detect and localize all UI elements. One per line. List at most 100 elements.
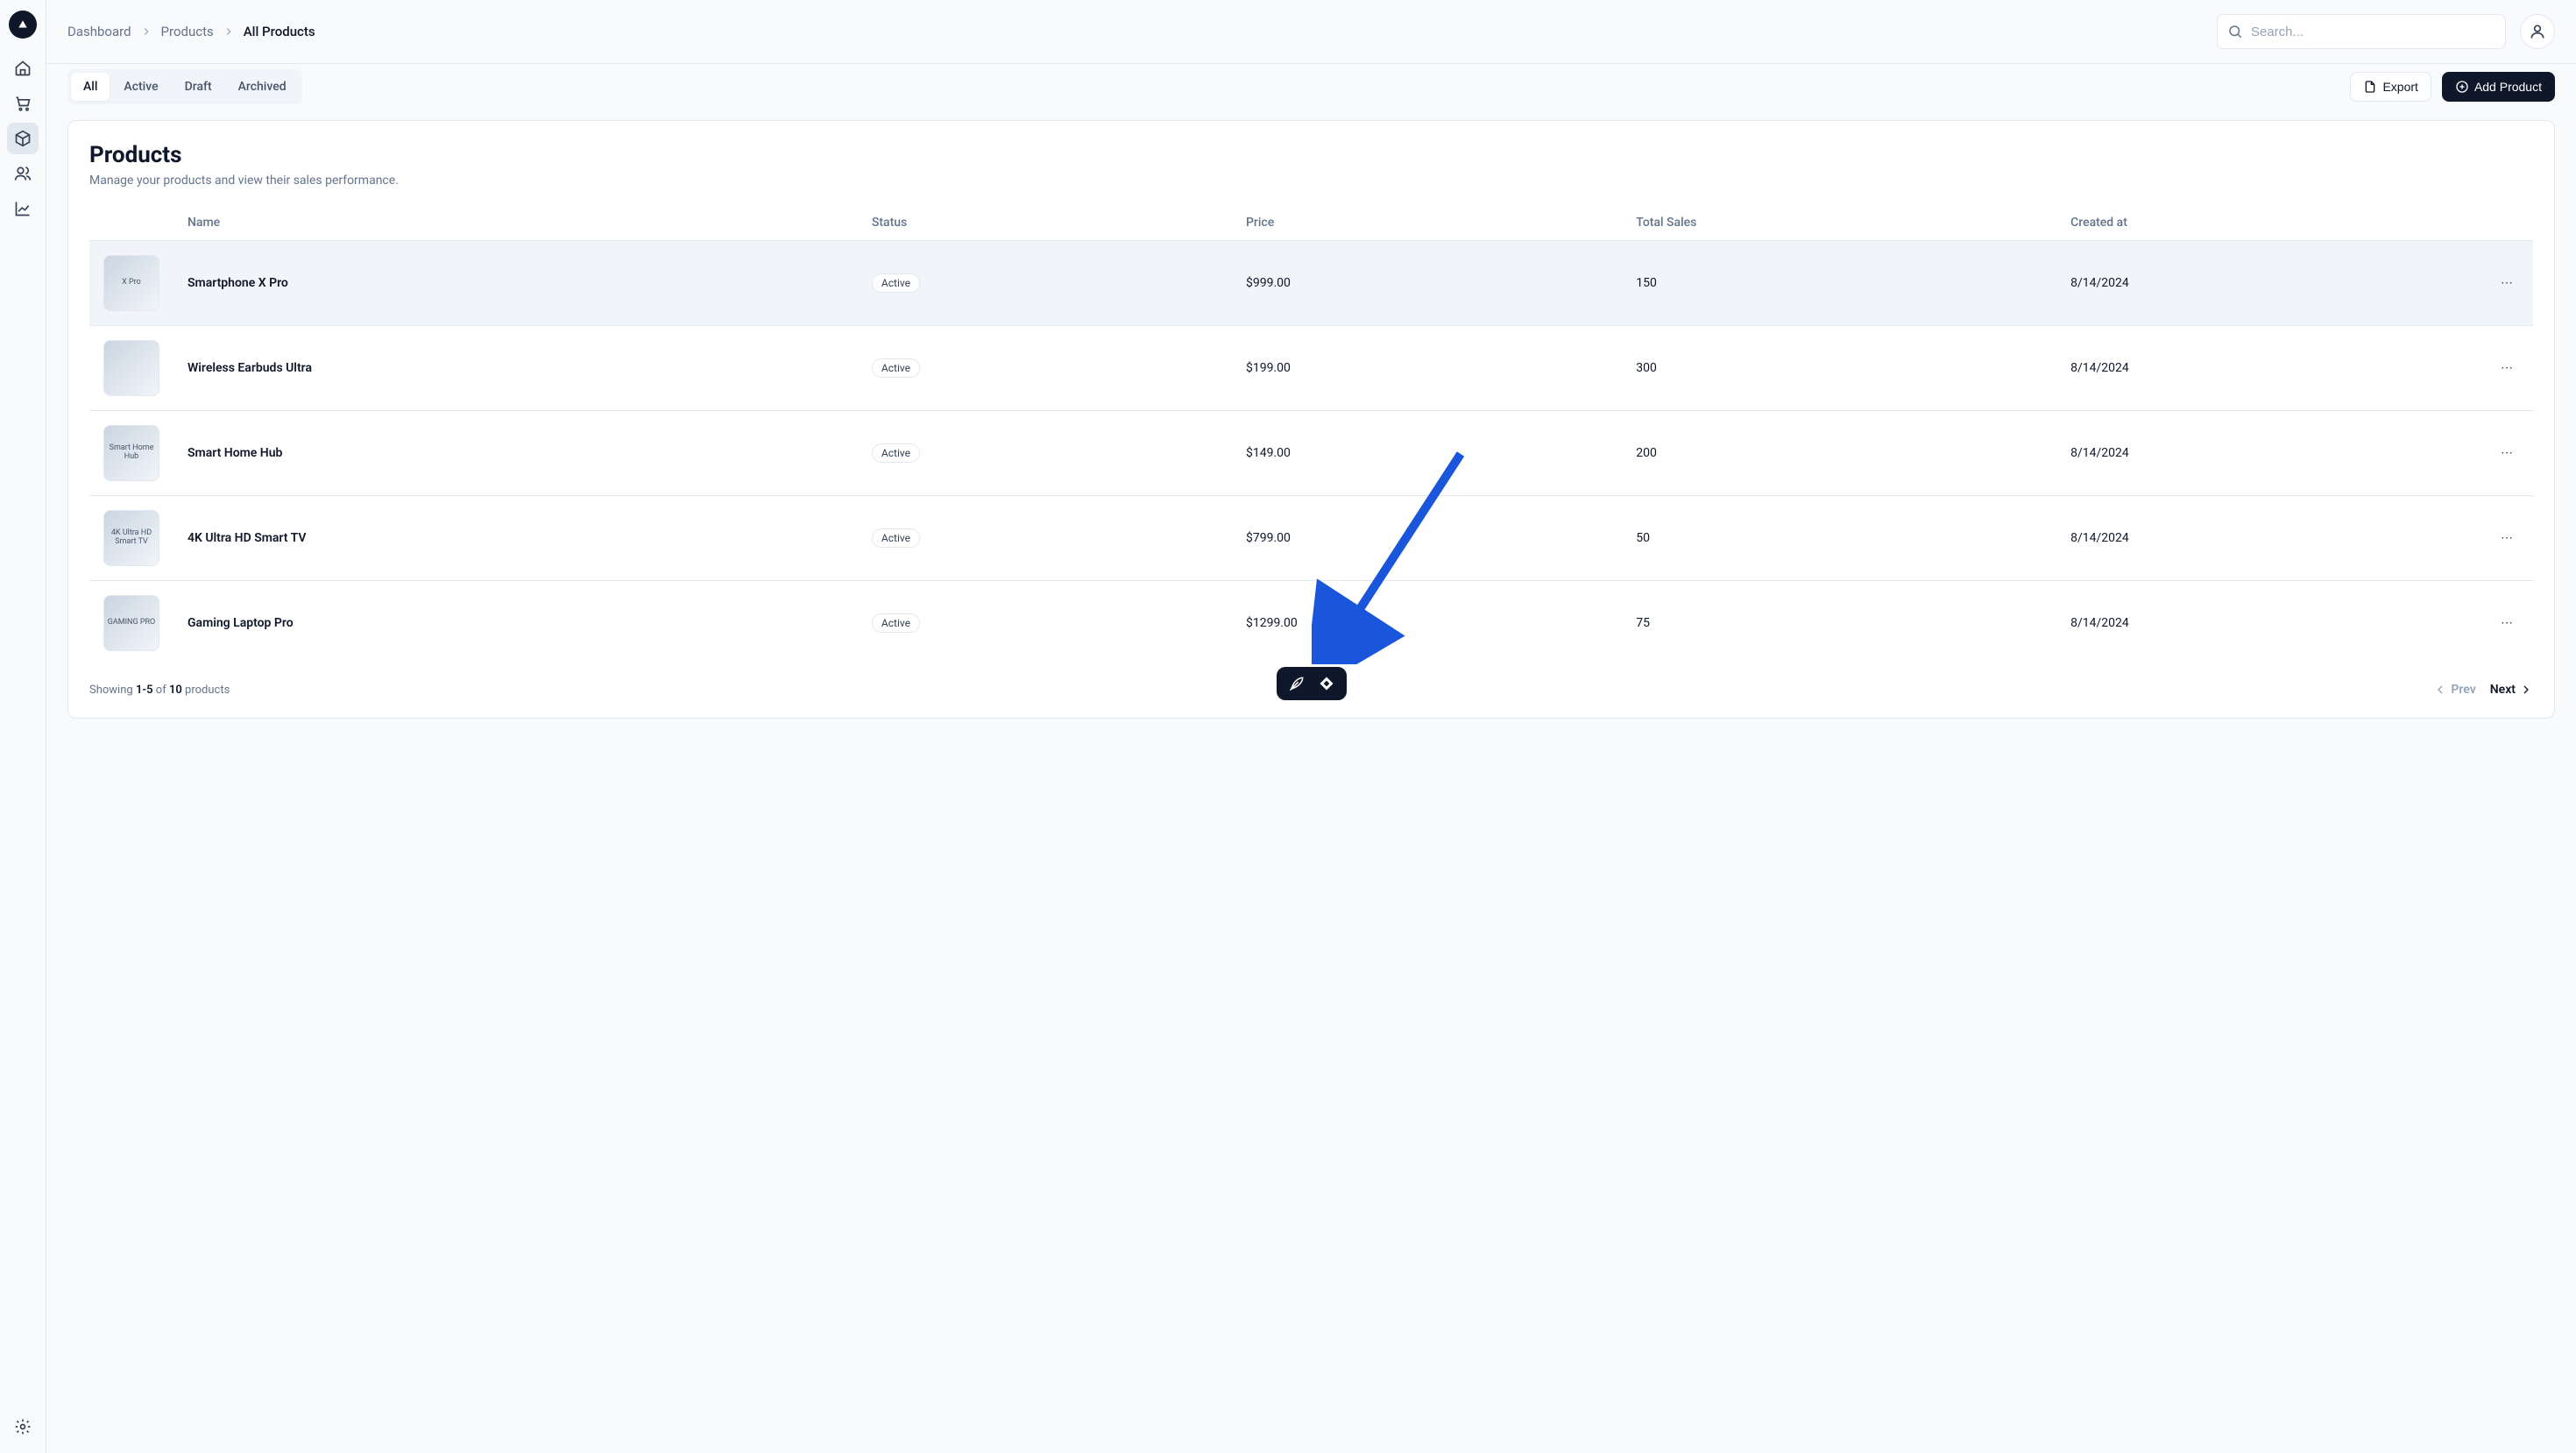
col-created: Created at <box>2056 205 2480 241</box>
status-tabs: All Active Draft Archived <box>67 69 302 104</box>
product-thumb: X Pro <box>103 255 159 311</box>
breadcrumb: Dashboard Products All Products <box>67 24 315 39</box>
tab-all[interactable]: All <box>71 73 110 101</box>
nav-customers[interactable] <box>7 158 39 189</box>
col-price: Price <box>1232 205 1622 241</box>
status-badge: Active <box>872 443 920 463</box>
page-title: Products <box>89 142 2533 168</box>
col-status: Status <box>858 205 1232 241</box>
product-sales: 75 <box>1622 581 2056 666</box>
product-created: 8/14/2024 <box>2056 581 2480 666</box>
chevron-left-icon <box>2433 683 2447 697</box>
status-badge: Active <box>872 273 920 293</box>
chevron-right-icon <box>223 25 235 38</box>
add-product-label: Add Product <box>2474 80 2542 94</box>
product-thumb: Smart Home Hub <box>103 425 159 481</box>
col-name: Name <box>173 205 858 241</box>
status-badge: Active <box>872 358 920 378</box>
product-name: Gaming Laptop Pro <box>188 616 294 630</box>
nav-orders[interactable] <box>7 88 39 119</box>
card-footer: Showing 1-5 of 10 products Pre <box>89 683 2533 697</box>
status-badge: Active <box>872 528 920 548</box>
product-thumb <box>103 340 159 396</box>
product-name: 4K Ultra HD Smart TV <box>188 531 306 545</box>
search-wrap <box>2217 14 2506 49</box>
product-created: 8/14/2024 <box>2056 326 2480 411</box>
export-label: Export <box>2382 80 2417 94</box>
table-row[interactable]: GAMING PRO Gaming Laptop Pro Active $129… <box>89 581 2533 666</box>
prev-button[interactable]: Prev <box>2433 683 2475 697</box>
tab-archived[interactable]: Archived <box>226 73 299 101</box>
products-table: Name Status Price Total Sales Created at… <box>89 205 2533 665</box>
main: Dashboard Products All Products All Acti… <box>46 0 2576 1453</box>
row-menu-button[interactable]: ⋯ <box>2501 616 2513 630</box>
account-button[interactable] <box>2520 14 2555 49</box>
product-created: 8/14/2024 <box>2056 241 2480 326</box>
nav-products[interactable] <box>7 123 39 154</box>
col-actions <box>2480 205 2533 241</box>
plus-circle-icon <box>2455 80 2469 94</box>
pagination-summary: Showing 1-5 of 10 products <box>89 684 230 697</box>
col-image <box>89 205 173 241</box>
breadcrumb-dashboard[interactable]: Dashboard <box>67 24 131 39</box>
logo[interactable] <box>9 11 37 39</box>
home-icon <box>14 60 32 77</box>
product-created: 8/14/2024 <box>2056 411 2480 496</box>
diamond-icon <box>1318 675 1335 692</box>
table-row[interactable]: 4K Ultra HD Smart TV 4K Ultra HD Smart T… <box>89 496 2533 581</box>
table-row[interactable]: Smart Home Hub Smart Home Hub Active $14… <box>89 411 2533 496</box>
export-button[interactable]: Export <box>2350 72 2431 102</box>
product-sales: 50 <box>1622 496 2056 581</box>
table-row[interactable]: X Pro Smartphone X Pro Active $999.00 15… <box>89 241 2533 326</box>
product-name: Smart Home Hub <box>188 446 282 460</box>
feather-icon <box>1288 675 1306 692</box>
product-thumb: GAMING PRO <box>103 595 159 651</box>
breadcrumb-products[interactable]: Products <box>161 24 214 39</box>
tab-draft[interactable]: Draft <box>173 73 224 101</box>
nav-analytics[interactable] <box>7 193 39 224</box>
nav-home[interactable] <box>7 53 39 84</box>
product-price: $1299.00 <box>1232 581 1622 666</box>
actionbar: All Active Draft Archived Export Add Pro… <box>46 64 2576 110</box>
product-name: Smartphone X Pro <box>188 276 288 290</box>
table-row[interactable]: Wireless Earbuds Ultra Active $199.00 30… <box>89 326 2533 411</box>
add-product-button[interactable]: Add Product <box>2442 72 2555 102</box>
chevron-right-icon <box>2519 683 2533 697</box>
file-icon <box>2363 80 2377 94</box>
product-price: $199.00 <box>1232 326 1622 411</box>
product-sales: 200 <box>1622 411 2056 496</box>
search-icon <box>2227 24 2243 39</box>
product-price: $799.00 <box>1232 496 1622 581</box>
status-badge: Active <box>872 613 920 633</box>
product-thumb: 4K Ultra HD Smart TV <box>103 510 159 566</box>
breadcrumb-current: All Products <box>244 24 315 39</box>
users-icon <box>14 165 32 182</box>
product-sales: 150 <box>1622 241 2056 326</box>
chart-icon <box>14 200 32 217</box>
col-sales: Total Sales <box>1622 205 2056 241</box>
row-menu-button[interactable]: ⋯ <box>2501 276 2513 290</box>
search-input[interactable] <box>2217 14 2506 49</box>
topbar: Dashboard Products All Products <box>46 0 2576 64</box>
user-icon <box>2529 23 2546 40</box>
sidebar <box>0 0 46 1453</box>
product-price: $149.00 <box>1232 411 1622 496</box>
product-created: 8/14/2024 <box>2056 496 2480 581</box>
nav-settings[interactable] <box>7 1411 39 1442</box>
logo-triangle-icon <box>17 18 29 31</box>
products-card: Products Manage your products and view t… <box>67 120 2555 719</box>
pager: Prev Next <box>2433 683 2533 697</box>
row-menu-button[interactable]: ⋯ <box>2501 531 2513 545</box>
row-menu-button[interactable]: ⋯ <box>2501 361 2513 375</box>
settings-icon <box>14 1418 32 1435</box>
product-price: $999.00 <box>1232 241 1622 326</box>
cart-icon <box>14 95 32 112</box>
product-sales: 300 <box>1622 326 2056 411</box>
toolbar-edit[interactable] <box>1287 674 1306 693</box>
tab-active[interactable]: Active <box>111 73 170 101</box>
package-icon <box>14 130 32 147</box>
toolbar-tag[interactable] <box>1317 674 1336 693</box>
row-menu-button[interactable]: ⋯ <box>2501 446 2513 460</box>
product-name: Wireless Earbuds Ultra <box>188 361 312 375</box>
next-button[interactable]: Next <box>2490 683 2533 697</box>
